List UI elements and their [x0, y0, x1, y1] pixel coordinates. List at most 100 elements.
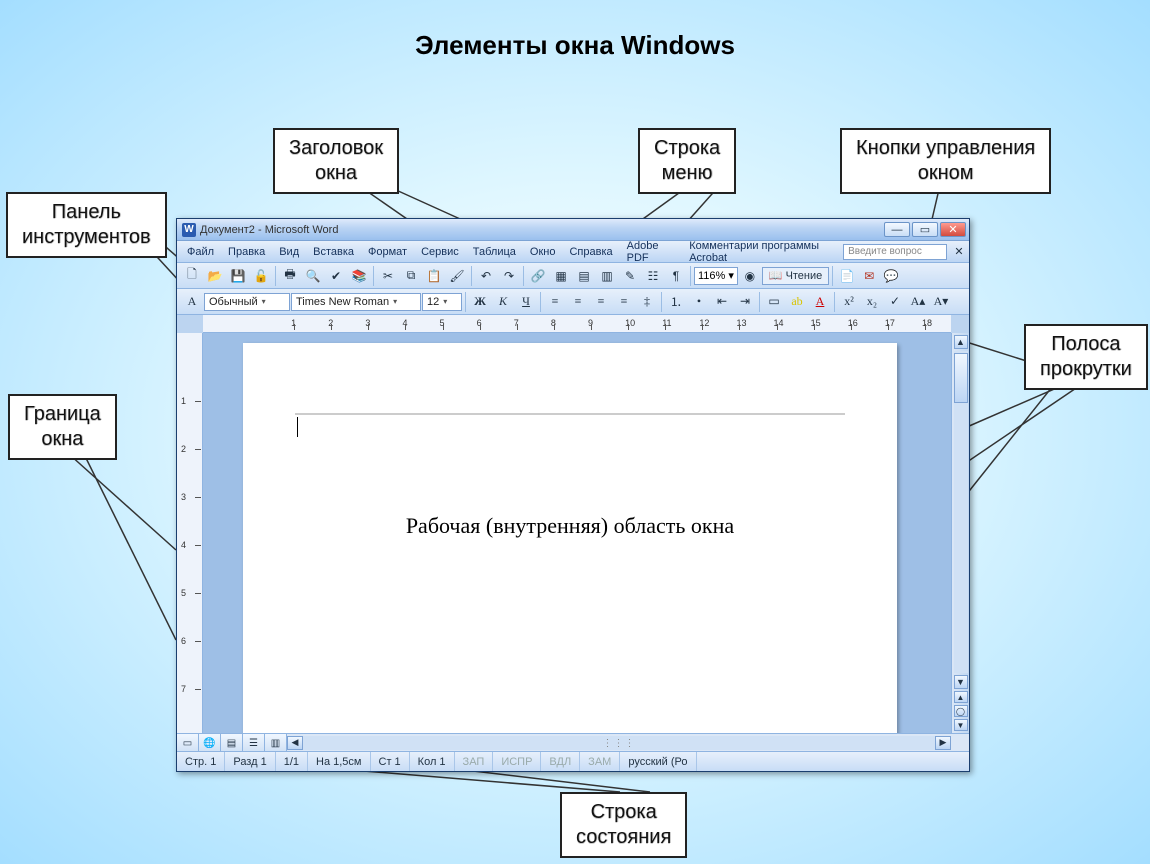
- save-icon[interactable]: 💾: [227, 265, 249, 287]
- scroll-down-icon[interactable]: ▼: [954, 675, 968, 689]
- scroll-up-icon[interactable]: ▲: [954, 335, 968, 349]
- menu-item[interactable]: Таблица: [467, 244, 522, 260]
- normal-view-icon[interactable]: ▭: [177, 734, 199, 752]
- spell-icon[interactable]: ✔: [325, 265, 347, 287]
- indent-icon[interactable]: ⇥: [734, 291, 756, 313]
- permission-icon[interactable]: 🔓: [250, 265, 272, 287]
- scroll-right-icon[interactable]: ▶: [935, 736, 951, 750]
- zoom-combo[interactable]: 116%▾: [694, 267, 738, 285]
- underline-icon[interactable]: Ч: [515, 291, 537, 313]
- align-left-icon[interactable]: ≡: [544, 291, 566, 313]
- menu-item[interactable]: Комментарии программы Acrobat: [683, 238, 841, 266]
- borders-icon[interactable]: ▭: [763, 291, 785, 313]
- menu-item[interactable]: Adobe PDF: [621, 238, 682, 266]
- excel-icon[interactable]: ▤: [573, 265, 595, 287]
- web-view-icon[interactable]: 🌐: [199, 734, 221, 752]
- status-ext[interactable]: ВДЛ: [541, 752, 580, 771]
- columns-icon[interactable]: ▥: [596, 265, 618, 287]
- table-icon[interactable]: ▦: [550, 265, 572, 287]
- docmap-icon[interactable]: ☷: [642, 265, 664, 287]
- minimize-button[interactable]: —: [884, 222, 910, 237]
- align-center-icon[interactable]: ≡: [567, 291, 589, 313]
- language-icon[interactable]: ✓: [884, 291, 906, 313]
- italic-icon[interactable]: К: [492, 291, 514, 313]
- help-question-input[interactable]: Введите вопрос: [843, 244, 947, 260]
- browse-object-icon[interactable]: ◯: [954, 705, 968, 717]
- menu-item[interactable]: Вид: [273, 244, 305, 260]
- size-combo[interactable]: 12▾: [422, 293, 462, 311]
- reading-layout-button[interactable]: 📖 Чтение: [762, 267, 829, 285]
- superscript-icon[interactable]: x²: [838, 291, 860, 313]
- horizontal-scroll-row: ▭ 🌐 ▤ ☰ ▥ ◀ ⋮⋮⋮ ▶: [177, 733, 969, 751]
- menu-item[interactable]: Окно: [524, 244, 562, 260]
- pdf-icon[interactable]: 📄: [836, 265, 858, 287]
- align-justify-icon[interactable]: ≡: [613, 291, 635, 313]
- status-section[interactable]: Разд 1: [225, 752, 275, 771]
- maximize-button[interactable]: ▭: [912, 222, 938, 237]
- highlight-icon[interactable]: ab: [786, 291, 808, 313]
- shrink-font-icon[interactable]: A▾: [930, 291, 952, 313]
- research-icon[interactable]: 📚: [348, 265, 370, 287]
- bullets-icon[interactable]: •: [688, 291, 710, 313]
- styles-pane-icon[interactable]: A: [181, 291, 203, 313]
- paragraph-icon[interactable]: ¶: [665, 265, 687, 287]
- status-ovr[interactable]: ЗАМ: [580, 752, 620, 771]
- horizontal-ruler[interactable]: 123456789101112131415161718: [203, 315, 951, 333]
- doc-close-icon[interactable]: ✕: [953, 245, 965, 259]
- vertical-ruler[interactable]: 12345678: [177, 333, 203, 733]
- grow-font-icon[interactable]: A▴: [907, 291, 929, 313]
- scroll-left-icon[interactable]: ◀: [287, 736, 303, 750]
- status-lang[interactable]: русский (Ро: [620, 752, 696, 771]
- menu-item[interactable]: Вставка: [307, 244, 360, 260]
- help-icon[interactable]: ◉: [739, 265, 761, 287]
- menu-item[interactable]: Справка: [563, 244, 618, 260]
- menu-item[interactable]: Файл: [181, 244, 220, 260]
- format-painter-icon[interactable]: 🖌: [446, 265, 468, 287]
- subscript-icon[interactable]: x₂: [861, 291, 883, 313]
- print-layout-view-icon[interactable]: ▤: [221, 734, 243, 752]
- status-line[interactable]: Ст 1: [371, 752, 410, 771]
- font-combo[interactable]: Times New Roman▾: [291, 293, 421, 311]
- cut-icon[interactable]: ✂: [377, 265, 399, 287]
- pdf-mail-icon[interactable]: ✉: [858, 265, 880, 287]
- hyperlink-icon[interactable]: 🔗: [527, 265, 549, 287]
- drawing-icon[interactable]: ✎: [619, 265, 641, 287]
- outdent-icon[interactable]: ⇤: [711, 291, 733, 313]
- status-pages[interactable]: 1/1: [276, 752, 308, 771]
- page[interactable]: Рабочая (внутренняя) область окна: [243, 343, 897, 733]
- font-color-icon[interactable]: A: [809, 291, 831, 313]
- bold-icon[interactable]: Ж: [469, 291, 491, 313]
- outline-view-icon[interactable]: ☰: [243, 734, 265, 752]
- menu-item[interactable]: Формат: [362, 244, 413, 260]
- print-icon[interactable]: 🖶: [279, 265, 301, 287]
- view-buttons: ▭ 🌐 ▤ ☰ ▥: [177, 734, 287, 751]
- status-rec[interactable]: ЗАП: [455, 752, 494, 771]
- close-button[interactable]: ✕: [940, 222, 966, 237]
- status-at[interactable]: На 1,5см: [308, 752, 370, 771]
- vertical-scrollbar[interactable]: ▲ ▼ ▲ ◯ ▼: [951, 333, 969, 733]
- paste-icon[interactable]: 📋: [423, 265, 445, 287]
- menu-item[interactable]: Сервис: [415, 244, 465, 260]
- align-right-icon[interactable]: ≡: [590, 291, 612, 313]
- status-trk[interactable]: ИСПР: [493, 752, 541, 771]
- copy-icon[interactable]: ⧉: [400, 265, 422, 287]
- horizontal-scrollbar[interactable]: ◀ ⋮⋮⋮ ▶: [287, 734, 969, 751]
- new-icon[interactable]: 🗋: [181, 265, 203, 287]
- line-spacing-icon[interactable]: ‡: [636, 291, 658, 313]
- style-combo[interactable]: Обычный▾: [204, 293, 290, 311]
- preview-icon[interactable]: 🔍: [302, 265, 324, 287]
- numbering-icon[interactable]: ⒈: [665, 291, 687, 313]
- next-page-icon[interactable]: ▼: [954, 719, 968, 731]
- titlebar[interactable]: W Документ2 - Microsoft Word — ▭ ✕: [177, 219, 969, 241]
- redo-icon[interactable]: ↷: [498, 265, 520, 287]
- undo-icon[interactable]: ↶: [475, 265, 497, 287]
- menu-item[interactable]: Правка: [222, 244, 271, 260]
- scroll-thumb[interactable]: [954, 353, 968, 403]
- pdf-comment-icon[interactable]: 💬: [880, 265, 902, 287]
- open-icon[interactable]: 📂: [204, 265, 226, 287]
- status-page[interactable]: Стр. 1: [177, 752, 225, 771]
- status-col[interactable]: Кол 1: [410, 752, 455, 771]
- reading-view-icon[interactable]: ▥: [265, 734, 287, 752]
- prev-page-icon[interactable]: ▲: [954, 691, 968, 703]
- workspace[interactable]: Рабочая (внутренняя) область окна: [203, 333, 951, 733]
